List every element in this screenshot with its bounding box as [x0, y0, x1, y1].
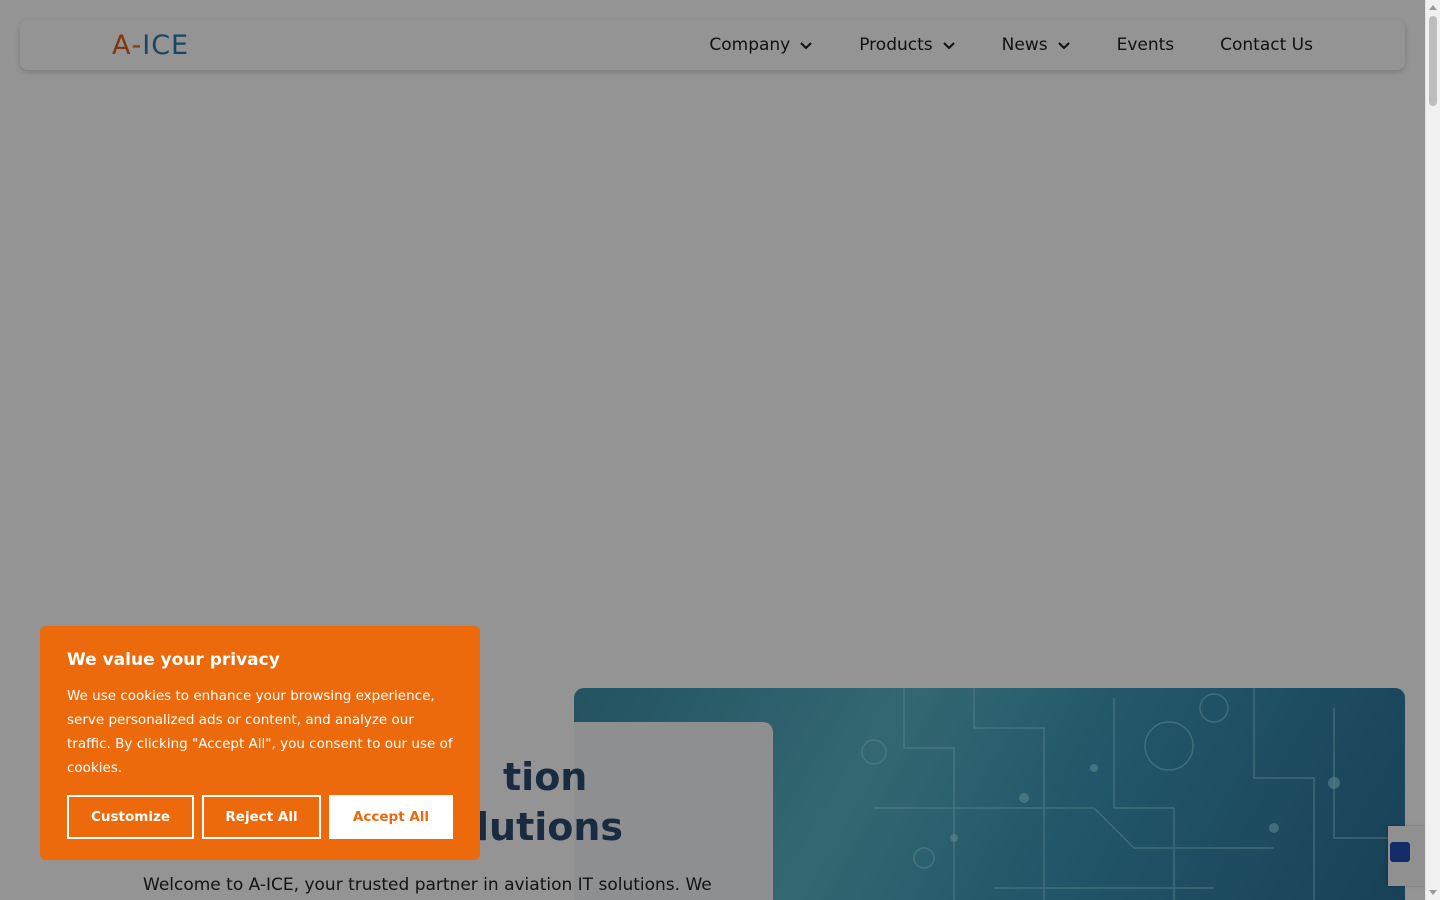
cookie-buttons: Customize Reject All Accept All: [67, 795, 453, 839]
reject-all-button[interactable]: Reject All: [202, 795, 321, 839]
cookie-consent-banner: We value your privacy We use cookies to …: [40, 626, 480, 860]
cookie-title: We value your privacy: [67, 650, 280, 670]
vertical-scrollbar[interactable]: [1425, 0, 1440, 900]
scroll-down-icon[interactable]: [1429, 890, 1437, 895]
accept-all-button[interactable]: Accept All: [329, 795, 453, 839]
scroll-up-icon[interactable]: [1429, 5, 1437, 10]
customize-button[interactable]: Customize: [67, 795, 194, 839]
scrollbar-thumb[interactable]: [1429, 16, 1437, 106]
cookie-description: We use cookies to enhance your browsing …: [67, 688, 453, 776]
